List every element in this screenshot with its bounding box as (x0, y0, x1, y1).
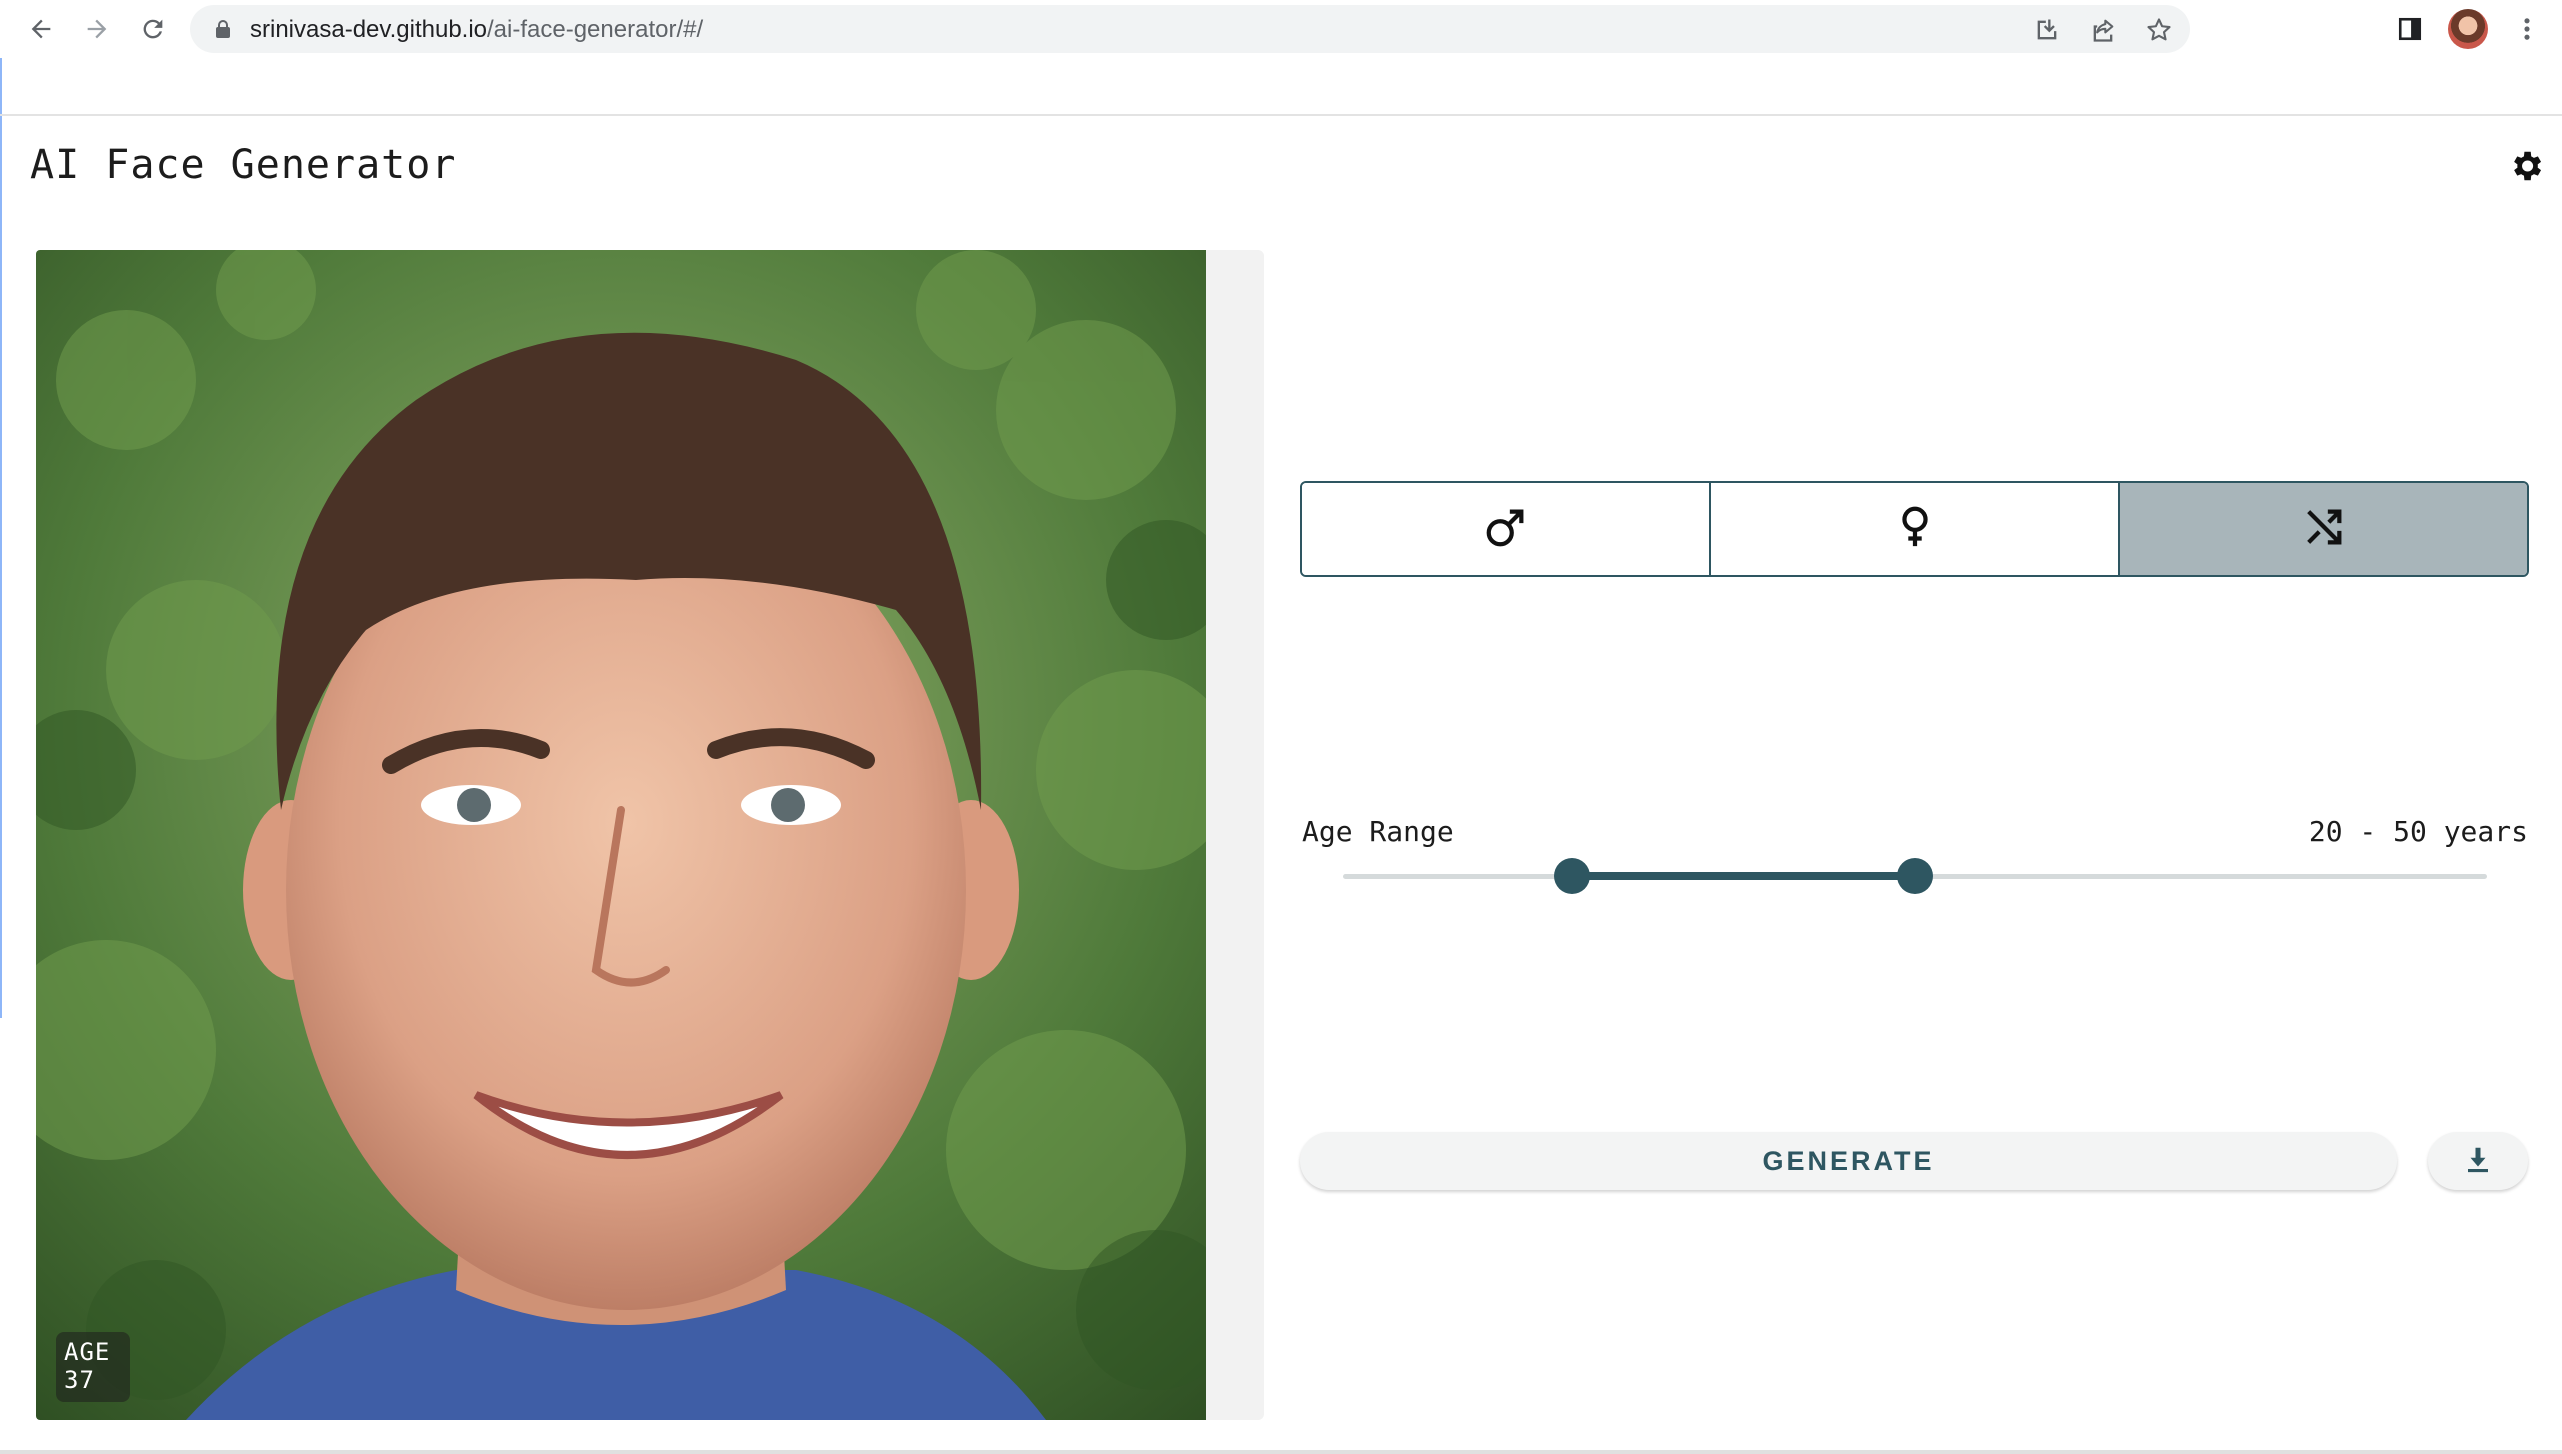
url-path: /ai-face-generator/#/ (487, 16, 704, 43)
age-badge: AGE 37 (56, 1332, 130, 1402)
more-icon[interactable] (2506, 8, 2548, 50)
page-bottom-edge (0, 1450, 2562, 1454)
shuffle-icon (2301, 504, 2347, 555)
slider-track (1571, 872, 1915, 880)
url-text[interactable]: srinivasa-dev.github.io/ai-face-generato… (250, 16, 703, 44)
reload-icon[interactable] (132, 8, 174, 50)
random-option-button[interactable] (2118, 483, 2527, 575)
age-range-slider[interactable] (1343, 858, 2487, 894)
female-symbol-icon (1892, 504, 1938, 555)
star-icon[interactable] (2142, 13, 2176, 47)
slider-thumb-max[interactable] (1897, 858, 1933, 894)
gender-selector (1300, 481, 2529, 577)
url-host: srinivasa-dev.github.io (250, 16, 488, 43)
back-icon[interactable] (20, 8, 62, 50)
browser-toolbar: srinivasa-dev.github.io/ai-face-generato… (0, 0, 2562, 58)
address-bar[interactable]: srinivasa-dev.github.io/ai-face-generato… (190, 5, 2190, 53)
lock-icon[interactable] (214, 19, 232, 44)
age-range-value: 20 - 50 years (2308, 815, 2528, 848)
female-option-button[interactable] (1709, 483, 2118, 575)
age-range-label: Age Range (1302, 815, 1454, 848)
generated-face-image (36, 250, 1206, 1420)
window-edge (0, 58, 2, 1018)
generate-button[interactable]: GENERATE (1300, 1132, 2397, 1190)
download-button[interactable] (2428, 1132, 2528, 1190)
app-title: AI Face Generator (30, 142, 457, 188)
male-symbol-icon (1483, 504, 1529, 555)
profile-avatar[interactable] (2448, 9, 2488, 49)
forward-icon[interactable] (76, 8, 118, 50)
age-badge-label: AGE (64, 1338, 111, 1366)
age-badge-value: 37 (64, 1366, 95, 1394)
share-icon[interactable] (2086, 13, 2120, 47)
male-option-button[interactable] (1302, 483, 1709, 575)
download-icon (2463, 1144, 2493, 1179)
side-panel-icon[interactable] (2389, 8, 2431, 50)
install-icon[interactable] (2030, 13, 2064, 47)
toolbar-divider (0, 114, 2562, 116)
gear-icon[interactable] (2506, 146, 2546, 186)
slider-thumb-min[interactable] (1553, 858, 1590, 894)
